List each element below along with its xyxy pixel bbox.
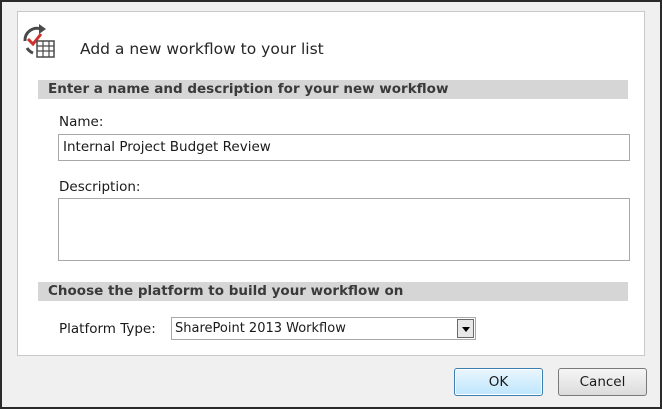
chevron-down-icon[interactable] xyxy=(457,319,474,338)
description-label: Description: xyxy=(59,179,141,195)
description-field[interactable] xyxy=(58,198,630,261)
dialog-content-panel: Add a new workflow to your list Enter a … xyxy=(17,11,645,356)
workflow-list-icon xyxy=(23,24,55,58)
platform-type-label: Platform Type: xyxy=(59,321,156,337)
dialog-title: Add a new workflow to your list xyxy=(80,40,324,58)
platform-section-heading: Choose the platform to build your workfl… xyxy=(38,282,628,301)
ok-button[interactable]: OK xyxy=(454,368,543,396)
platform-type-value: SharePoint 2013 Workflow xyxy=(175,321,346,336)
name-section-heading: Enter a name and description for your ne… xyxy=(38,80,628,99)
cancel-button[interactable]: Cancel xyxy=(558,368,647,396)
name-label: Name: xyxy=(59,114,104,130)
name-field[interactable]: Internal Project Budget Review xyxy=(58,134,630,161)
add-workflow-dialog: Add a new workflow to your list Enter a … xyxy=(0,0,662,409)
platform-type-select[interactable]: SharePoint 2013 Workflow xyxy=(171,317,476,340)
